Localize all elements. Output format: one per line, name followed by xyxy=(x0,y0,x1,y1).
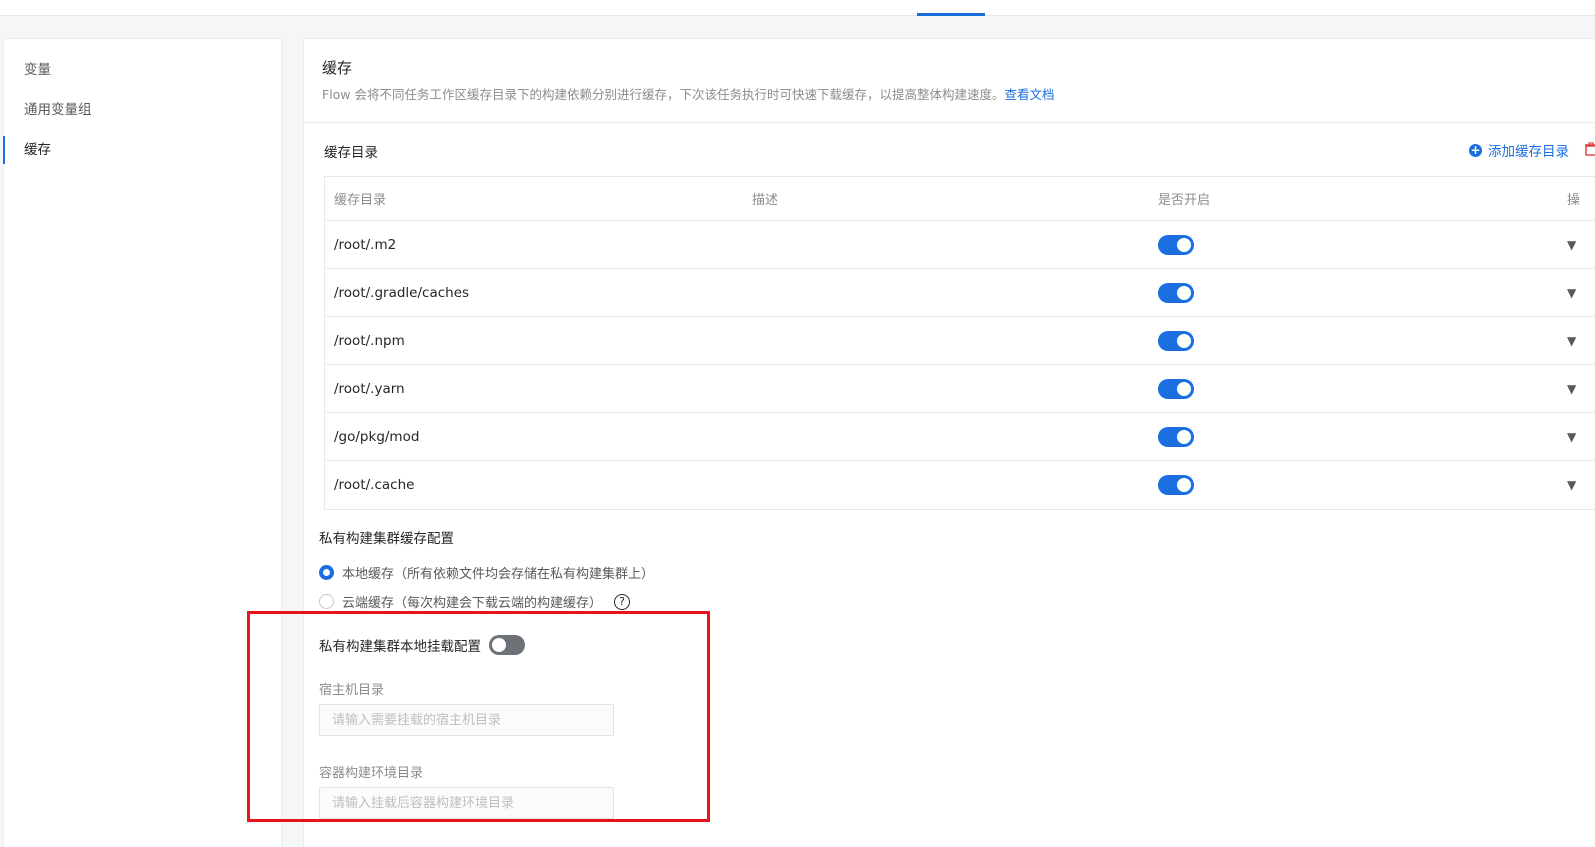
cache-dir-section-header: 缓存目录 + 添加缓存目录 xyxy=(304,123,1595,177)
settings-sidebar: 变量 通用变量组 缓存 xyxy=(3,38,282,847)
radio-local-cache-label: 本地缓存（所有依赖文件均会存储在私有构建集群上） xyxy=(342,567,655,582)
container-dir-input[interactable] xyxy=(319,787,614,819)
cache-settings-panel: 缓存 Flow 会将不同任务工作区缓存目录下的构建依赖分别进行缓存，下次该任务执… xyxy=(303,38,1595,847)
add-cache-dir-label: 添加缓存目录 xyxy=(1488,144,1569,160)
cache-dir-table: 缓存目录 描述 是否开启 操 /root/.m2 ▼ /root/.gradle… xyxy=(324,176,1595,510)
table-row: /root/.cache ▼ xyxy=(325,461,1595,509)
enable-toggle[interactable] xyxy=(1158,330,1194,351)
col-header-desc: 描述 xyxy=(752,193,779,208)
active-tab-indicator xyxy=(917,13,985,16)
radio-checked-icon[interactable] xyxy=(319,565,334,580)
table-row: /root/.npm ▼ xyxy=(325,317,1595,365)
enable-toggle[interactable] xyxy=(1158,234,1194,255)
delete-icon[interactable] xyxy=(1584,142,1595,156)
edit-icon[interactable]: ▼ xyxy=(1567,238,1576,252)
table-row: /root/.gradle/caches ▼ xyxy=(325,269,1595,317)
cell-dir: /root/.yarn xyxy=(334,380,405,397)
edit-icon[interactable]: ▼ xyxy=(1567,430,1576,444)
plus-circle-icon: + xyxy=(1469,142,1482,157)
top-nav-bar xyxy=(0,0,1595,16)
sidebar-item-variables[interactable]: 变量 xyxy=(4,50,281,90)
cell-dir: /root/.cache xyxy=(334,477,415,493)
cell-op[interactable]: ▼ xyxy=(1558,429,1576,445)
question-circle-icon[interactable]: ? xyxy=(614,593,631,610)
table-header: 缓存目录 描述 是否开启 操 xyxy=(325,177,1595,221)
add-cache-dir-button[interactable]: + 添加缓存目录 xyxy=(1469,140,1569,160)
cell-dir: /root/.npm xyxy=(334,332,405,349)
table-row: /root/.m2 ▼ xyxy=(325,221,1595,269)
enable-toggle[interactable] xyxy=(1158,282,1194,303)
local-mount-toggle[interactable] xyxy=(489,635,525,655)
enable-toggle[interactable] xyxy=(1158,475,1194,495)
page-title: 缓存 xyxy=(322,59,353,77)
radio-cloud-cache-label: 云端缓存（每次构建会下载云端的构建缓存） xyxy=(342,596,603,611)
cell-op[interactable]: ▼ xyxy=(1558,237,1576,253)
enable-toggle[interactable] xyxy=(1158,378,1194,399)
sidebar-item-variable-groups[interactable]: 通用变量组 xyxy=(4,90,281,130)
edit-icon[interactable]: ▼ xyxy=(1567,286,1576,300)
col-header-enabled: 是否开启 xyxy=(1158,193,1211,208)
container-dir-label: 容器构建环境目录 xyxy=(319,766,424,781)
sidebar-item-cache[interactable]: 缓存 xyxy=(3,130,281,170)
cell-enabled xyxy=(1149,330,1558,351)
table-row: /go/pkg/mod ▼ xyxy=(325,413,1595,461)
cell-dir: /go/pkg/mod xyxy=(334,428,420,445)
cell-op[interactable]: ▼ xyxy=(1558,285,1576,301)
edit-icon[interactable]: ▼ xyxy=(1567,382,1576,396)
page-description: Flow 会将不同任务工作区缓存目录下的构建依赖分别进行缓存，下次该任务执行时可… xyxy=(322,86,1595,104)
cell-enabled xyxy=(1149,282,1558,303)
cell-dir: /root/.gradle/caches xyxy=(334,284,470,301)
cell-op[interactable]: ▼ xyxy=(1558,333,1576,349)
enable-toggle[interactable] xyxy=(1158,426,1194,447)
local-mount-config-row: 私有构建集群本地挂载配置 xyxy=(319,635,525,655)
cell-op[interactable]: ▼ xyxy=(1558,477,1576,493)
radio-local-cache[interactable]: 本地缓存（所有依赖文件均会存储在私有构建集群上） xyxy=(319,563,654,582)
cell-enabled xyxy=(1149,475,1558,495)
edit-icon[interactable]: ▼ xyxy=(1567,334,1576,348)
cell-op[interactable]: ▼ xyxy=(1558,381,1576,397)
radio-unchecked-icon[interactable] xyxy=(319,594,334,609)
radio-cloud-cache[interactable]: 云端缓存（每次构建会下载云端的构建缓存） ? xyxy=(319,592,631,611)
cell-dir: /root/.m2 xyxy=(334,236,397,253)
col-header-dir: 缓存目录 xyxy=(334,193,387,208)
description-text: Flow 会将不同任务工作区缓存目录下的构建依赖分别进行缓存，下次该任务执行时可… xyxy=(322,87,1005,102)
edit-icon[interactable]: ▼ xyxy=(1567,478,1576,492)
col-header-op: 操 xyxy=(1567,193,1581,208)
table-row: /root/.yarn ▼ xyxy=(325,365,1595,413)
cell-enabled xyxy=(1149,378,1558,399)
private-cluster-cache-title: 私有构建集群缓存配置 xyxy=(319,531,454,547)
cell-enabled xyxy=(1149,426,1558,447)
cache-dir-section-title: 缓存目录 xyxy=(324,145,378,161)
view-docs-link[interactable]: 查看文档 xyxy=(1005,87,1055,102)
host-dir-input[interactable] xyxy=(319,704,614,736)
host-dir-label: 宿主机目录 xyxy=(319,683,385,698)
panel-header: 缓存 Flow 会将不同任务工作区缓存目录下的构建依赖分别进行缓存，下次该任务执… xyxy=(304,39,1595,123)
cell-enabled xyxy=(1149,234,1558,255)
local-mount-config-label: 私有构建集群本地挂载配置 xyxy=(319,639,481,655)
